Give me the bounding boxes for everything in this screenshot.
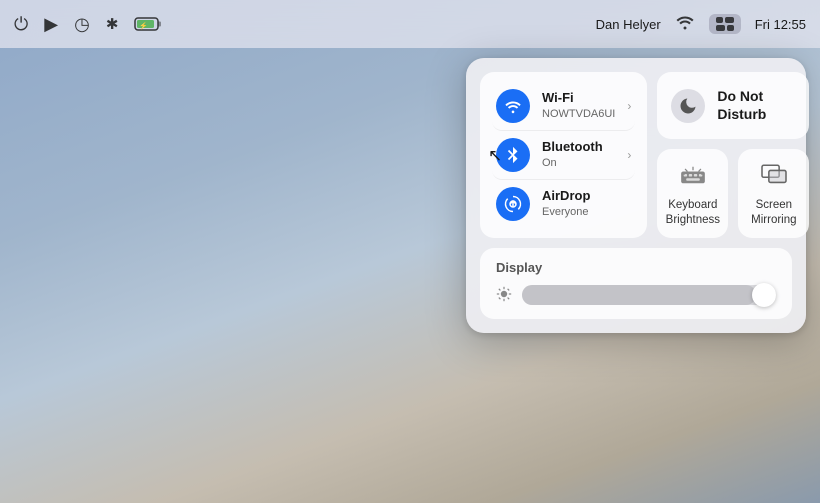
wifi-sub: NOWTVDA6UI: [542, 107, 615, 121]
wifi-tile-icon: [496, 89, 530, 123]
bluetooth-text: Bluetooth On: [542, 139, 615, 170]
network-tile: Wi-Fi NOWTVDA6UI › ↖ Bl: [480, 72, 647, 238]
brightness-min-icon: [496, 286, 512, 305]
right-tiles: Do Not Disturb: [657, 72, 809, 238]
wifi-chevron-icon: ›: [627, 99, 631, 113]
keyboard-brightness-label: Keyboard Brightness: [666, 198, 720, 228]
bluetooth-chevron-icon: ›: [627, 148, 631, 162]
top-row: Wi-Fi NOWTVDA6UI › ↖ Bl: [480, 72, 792, 238]
menubar-right: Dan Helyer Fri 12:55: [596, 14, 806, 35]
menubar-datetime: Fri 12:55: [755, 17, 806, 32]
brightness-slider-row: [496, 285, 776, 305]
keyboard-brightness-tile[interactable]: Keyboard Brightness: [657, 149, 728, 238]
bluetooth-row[interactable]: ↖ Bluetooth On ›: [492, 131, 635, 180]
power-icon[interactable]: ⏻: [14, 14, 28, 35]
brightness-slider[interactable]: [522, 285, 776, 305]
wifi-row[interactable]: Wi-Fi NOWTVDA6UI ›: [492, 82, 635, 131]
screen-mirroring-label: Screen Mirroring: [751, 198, 796, 228]
dnd-icon: [671, 89, 705, 123]
airdrop-text: AirDrop Everyone: [542, 188, 631, 219]
keyboard-brightness-icon: [679, 161, 707, 192]
airdrop-label: AirDrop: [542, 188, 631, 205]
wifi-menubar-icon[interactable]: [675, 14, 695, 35]
do-not-disturb-tile[interactable]: Do Not Disturb: [657, 72, 809, 139]
play-icon[interactable]: ▶: [44, 14, 58, 35]
airdrop-tile-icon: [496, 187, 530, 221]
screen-mirroring-tile[interactable]: Screen Mirroring: [738, 149, 809, 238]
bluetooth-tile-icon: [496, 138, 530, 172]
control-center-panel: Wi-Fi NOWTVDA6UI › ↖ Bl: [466, 58, 806, 333]
brightness-fill: [522, 285, 756, 305]
dnd-label: Do Not Disturb: [717, 88, 766, 123]
wifi-label: Wi-Fi: [542, 90, 615, 107]
user-name: Dan Helyer: [596, 17, 661, 32]
wifi-text: Wi-Fi NOWTVDA6UI: [542, 90, 615, 121]
menu-bar: ⏻ ▶ ◷ ✱ ⚡ Dan Helyer: [0, 0, 820, 48]
airdrop-sub: Everyone: [542, 205, 631, 219]
svg-text:⚡: ⚡: [139, 21, 148, 30]
bottom-tiles: Keyboard Brightness Screen Mirroring: [657, 149, 809, 238]
screen-mirroring-icon: [760, 161, 788, 192]
menubar-left: ⏻ ▶ ◷ ✱ ⚡: [14, 14, 162, 35]
bluetooth-menubar-icon[interactable]: ✱: [106, 15, 119, 33]
display-section: Display: [480, 248, 792, 319]
brightness-thumb[interactable]: [752, 283, 776, 307]
bluetooth-label: Bluetooth: [542, 139, 615, 156]
battery-icon[interactable]: ⚡: [134, 16, 162, 32]
history-icon[interactable]: ◷: [74, 14, 90, 35]
display-section-label: Display: [496, 260, 776, 275]
bluetooth-sub: On: [542, 156, 615, 170]
airdrop-row[interactable]: AirDrop Everyone: [492, 180, 635, 228]
control-center-button[interactable]: [709, 14, 741, 34]
